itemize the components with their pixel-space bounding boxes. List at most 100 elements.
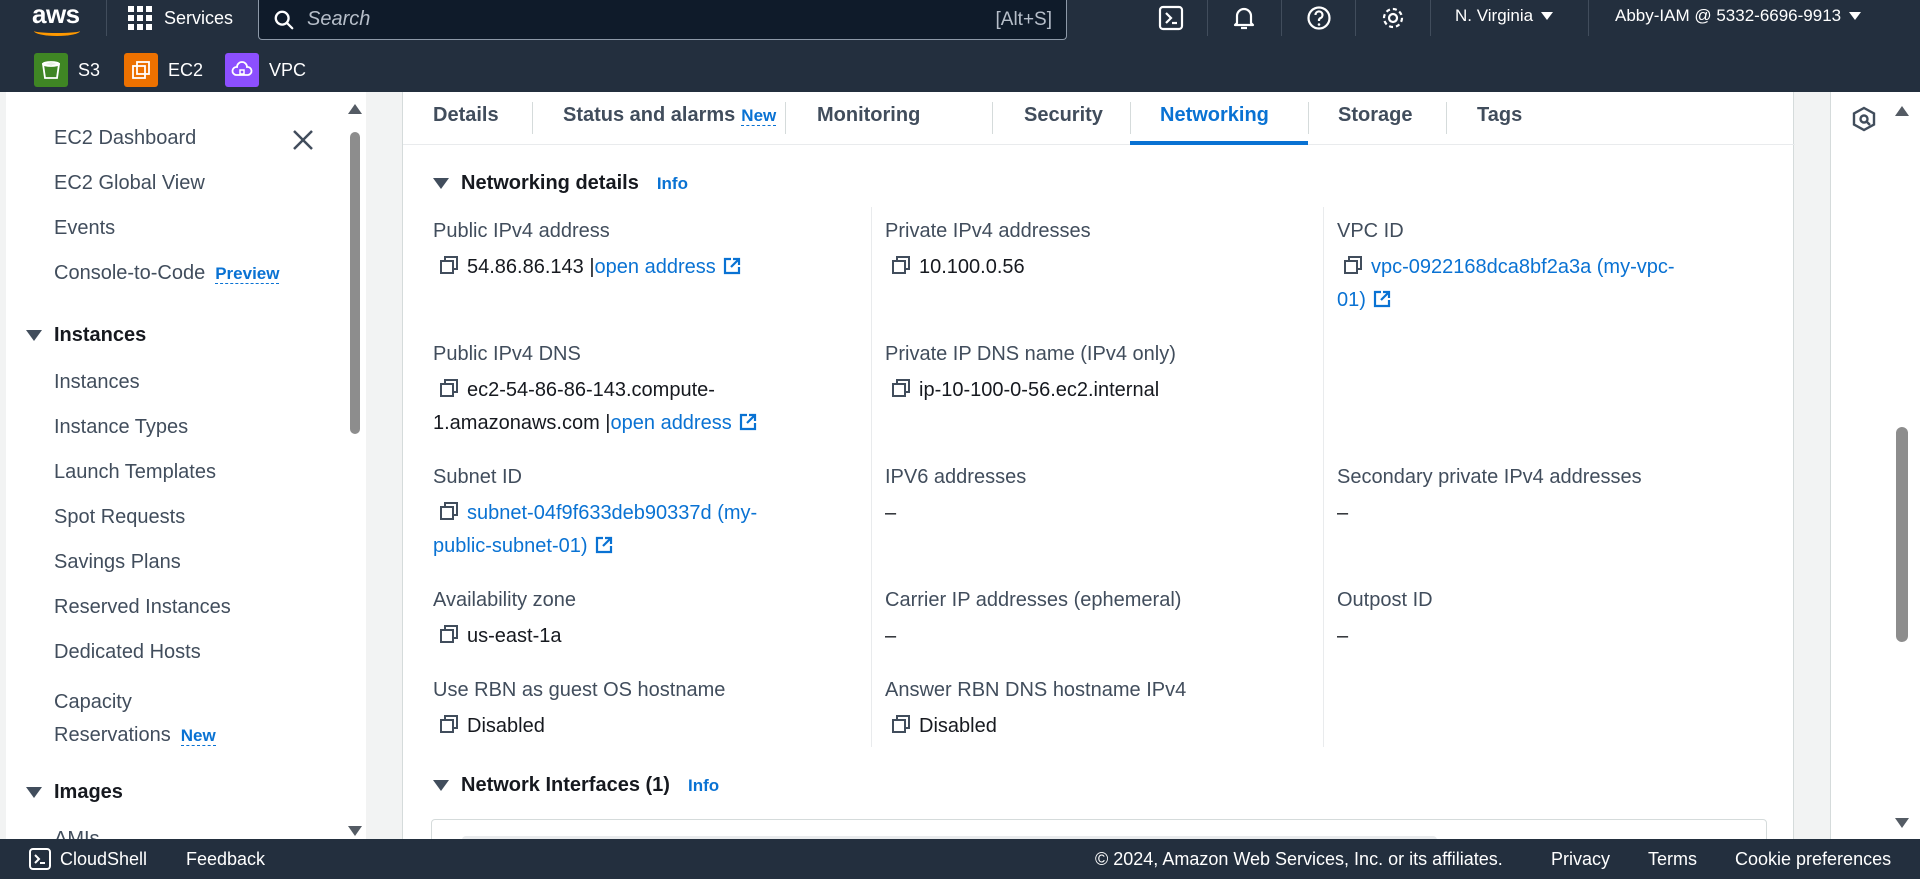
copy-icon[interactable] (439, 624, 459, 644)
copy-icon[interactable] (439, 378, 459, 398)
vpc-link[interactable]: 01) (1337, 289, 1366, 311)
sidebar-section-images[interactable]: Images (26, 781, 123, 804)
field-vpc-id: VPC ID vpc-0922168dca8bf2a3a (my-vpc- 01… (1337, 220, 1757, 317)
field-value: 1.amazonaws.com (433, 412, 600, 434)
region-selector[interactable]: N. Virginia (1455, 6, 1554, 26)
sidebar-section-label: Images (54, 781, 123, 803)
field-label: Public IPv4 address (433, 220, 610, 242)
cloudshell-label: CloudShell (60, 848, 148, 869)
caret-down-icon (26, 330, 42, 341)
privacy-link[interactable]: Privacy (1551, 849, 1610, 870)
field-label: Private IPv4 addresses (885, 220, 1091, 242)
field-answer-rbn-dns: Answer RBN DNS hostname IPv4 Disabled (885, 679, 1305, 743)
sidebar-item-spot-requests[interactable]: Spot Requests (54, 506, 185, 529)
copy-icon[interactable] (891, 378, 911, 398)
tab-details[interactable]: Details (433, 104, 499, 127)
tab-networking[interactable]: Networking (1160, 104, 1269, 127)
aws-logo-smile (34, 26, 80, 36)
copy-icon[interactable] (891, 714, 911, 734)
field-value: – (885, 625, 897, 647)
services-label: Services (164, 7, 234, 28)
info-link[interactable]: Info (688, 776, 719, 796)
tab-storage[interactable]: Storage (1338, 104, 1412, 127)
sidebar-item-reserved-instances[interactable]: Reserved Instances (54, 596, 231, 619)
copy-icon[interactable] (891, 255, 911, 275)
preview-badge: Preview (215, 264, 280, 284)
tools-help-icon[interactable] (1851, 106, 1877, 132)
info-link[interactable]: Info (657, 174, 688, 194)
open-address-link[interactable]: open address (595, 256, 716, 278)
notifications-button[interactable] (1230, 4, 1258, 32)
cloudshell-top-icon[interactable] (1157, 4, 1185, 32)
close-icon[interactable] (289, 126, 317, 154)
cookie-preferences-link[interactable]: Cookie preferences (1735, 849, 1891, 870)
external-link-icon[interactable] (738, 412, 758, 432)
sidebar-section-instances[interactable]: Instances (26, 324, 146, 347)
copy-icon[interactable] (439, 501, 459, 521)
sidebar-item-console-to-code[interactable]: Console-to-Code Preview (54, 262, 280, 285)
new-badge: New (741, 106, 777, 126)
external-link-icon[interactable] (722, 256, 742, 276)
tab-separator (992, 102, 993, 134)
open-address-link[interactable]: open address (611, 412, 732, 434)
favorite-ec2[interactable]: EC2 (124, 53, 203, 87)
sidebar-item-instances[interactable]: Instances (54, 371, 140, 394)
sidebar-item-dedicated-hosts[interactable]: Dedicated Hosts (54, 641, 201, 664)
external-link-icon[interactable] (594, 535, 614, 555)
ec2-chip-icon (124, 53, 158, 87)
scroll-up-icon[interactable] (1895, 106, 1909, 116)
sidebar-item-ec2-dashboard[interactable]: EC2 Dashboard (54, 127, 196, 150)
scroll-up-icon[interactable] (348, 104, 362, 114)
sidebar-item-launch-templates[interactable]: Launch Templates (54, 461, 216, 484)
field-value: Disabled (919, 715, 997, 737)
settings-button[interactable] (1379, 4, 1407, 32)
tab-status-and-alarms[interactable]: Status and alarms New (563, 104, 777, 127)
networking-details-header[interactable]: Networking details Info (433, 172, 688, 195)
search-bar[interactable]: [Alt+S] (258, 0, 1067, 40)
subnet-link[interactable]: public-subnet-01) (433, 535, 588, 557)
caret-down-icon (26, 787, 42, 798)
sidebar-item-amis[interactable]: AMIs (54, 828, 100, 839)
help-button[interactable] (1305, 4, 1333, 32)
sidebar-item-events[interactable]: Events (54, 217, 115, 240)
sidebar-item-savings-plans[interactable]: Savings Plans (54, 551, 181, 574)
caret-down-icon (433, 780, 449, 791)
sidebar-item-label: Reservations (54, 724, 171, 746)
scrollbar-thumb[interactable] (350, 132, 360, 434)
tab-separator (785, 102, 786, 134)
feedback-link[interactable]: Feedback (186, 849, 265, 870)
sidebar-scrollbar[interactable] (348, 102, 362, 839)
tab-security[interactable]: Security (1024, 104, 1103, 127)
sidebar-item-capacity-reservations[interactable]: Capacity Reservations New (54, 686, 216, 752)
scroll-down-icon[interactable] (1895, 818, 1909, 828)
vpc-link[interactable]: vpc-0922168dca8bf2a3a (my-vpc- (1371, 256, 1675, 278)
tab-tags[interactable]: Tags (1477, 104, 1522, 127)
terms-link[interactable]: Terms (1648, 849, 1697, 870)
aws-logo[interactable]: aws (32, 0, 82, 36)
tab-label: Status and alarms (563, 104, 736, 126)
copy-icon[interactable] (439, 714, 459, 734)
copy-icon[interactable] (439, 255, 459, 275)
cloudshell-button[interactable]: CloudShell (28, 847, 147, 871)
scroll-down-icon[interactable] (348, 826, 362, 836)
main-scrollbar[interactable] (1892, 92, 1914, 839)
account-menu[interactable]: Abby-IAM @ 5332-6696-9913 (1615, 6, 1862, 26)
field-availability-zone: Availability zone us-east-1a (433, 589, 853, 653)
field-value: 10.100.0.56 (919, 256, 1025, 278)
sidebar-item-ec2-global-view[interactable]: EC2 Global View (54, 172, 205, 195)
services-menu-button[interactable]: Services (128, 0, 233, 36)
scrollbar-thumb[interactable] (1896, 427, 1908, 642)
subnet-link[interactable]: subnet-04f9f633deb90337d (my- (467, 502, 757, 524)
caret-down-icon (1541, 12, 1554, 20)
favorite-s3[interactable]: S3 (34, 53, 100, 87)
favorite-vpc[interactable]: VPC (225, 53, 306, 87)
search-icon (274, 10, 294, 29)
sidebar-item-instance-types[interactable]: Instance Types (54, 416, 188, 439)
search-input[interactable] (307, 8, 996, 31)
copy-icon[interactable] (1343, 255, 1363, 275)
tab-monitoring[interactable]: Monitoring (817, 104, 920, 127)
sidebar-section-label: Instances (54, 324, 147, 346)
external-link-icon[interactable] (1372, 289, 1392, 309)
network-interfaces-header[interactable]: Network Interfaces (1) Info (433, 774, 719, 797)
field-ipv6-addresses: IPV6 addresses – (885, 466, 1305, 530)
